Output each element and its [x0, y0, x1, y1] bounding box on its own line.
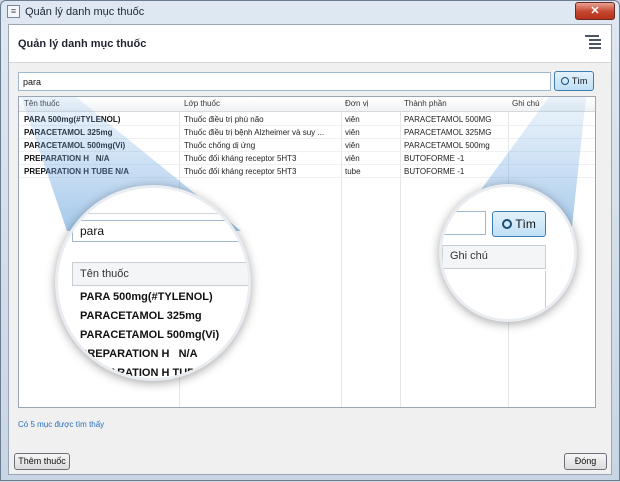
- page-title: Quản lý danh mục thuốc: [18, 38, 147, 50]
- cell-name: PARA 500mg(#TYLENOL): [24, 115, 121, 124]
- zoom-row: PARACETAMOL 325mg: [80, 310, 202, 322]
- zoom-search-button-label: Tìm: [515, 217, 536, 231]
- cell-unit: tube: [345, 167, 361, 176]
- cell-unit: viên: [345, 154, 360, 163]
- app-window: ≡ Quản lý danh mục thuốc ✕ Quản lý danh …: [0, 0, 620, 481]
- header-band: Quản lý danh mục thuốc: [9, 25, 611, 63]
- zoom-row: PREPARATION H N/A: [80, 348, 198, 360]
- add-drug-button[interactable]: Thêm thuốc: [14, 453, 70, 470]
- result-count-text: Có 5 mục được tìm thấy: [18, 420, 105, 429]
- table-row[interactable]: PREPARATION H TUBE N/A Thuốc đối kháng r…: [19, 165, 595, 178]
- cell-ingredient: PARACETAMOL 500mg: [404, 141, 490, 150]
- window-title: Quản lý danh mục thuốc: [25, 6, 145, 18]
- zoom-search-value: para: [80, 224, 105, 238]
- table-row[interactable]: PARACETAMOL 500mg(Vi) Thuốc chống dị ứng…: [19, 139, 595, 152]
- zoom-row: PARACETAMOL 500mg(Vi): [80, 329, 220, 341]
- cell-class: Thuốc điều trị phù não: [184, 115, 264, 124]
- cell-ingredient: BUTOFORME -1: [404, 154, 465, 163]
- zoom-row: PREPARATION H TUBE N/A: [80, 367, 225, 379]
- window-close-button[interactable]: ✕: [575, 2, 615, 20]
- column-header-ingredient[interactable]: Thành phần: [404, 99, 447, 108]
- cell-name: PARACETAMOL 325mg: [24, 128, 113, 137]
- table-row[interactable]: PARA 500mg(#TYLENOL) Thuốc điều trị phù …: [19, 113, 595, 126]
- cell-name: PREPARATION H N/A: [24, 154, 110, 163]
- table-header: Tên thuốc Lớp thuốc Đơn vị Thành phần Gh…: [19, 97, 595, 112]
- cell-name: PARACETAMOL 500mg(Vi): [24, 141, 126, 150]
- title-bar: ≡ Quản lý danh mục thuốc ✕: [1, 1, 619, 23]
- close-button[interactable]: Đóng: [564, 453, 607, 470]
- column-header-name[interactable]: Tên thuốc: [24, 99, 60, 108]
- table-row[interactable]: PREPARATION H N/A Thuốc đối kháng recept…: [19, 152, 595, 165]
- cell-ingredient: PARACETAMOL 325MG: [404, 128, 492, 137]
- zoom-column-header: Tên thuốc: [80, 268, 129, 280]
- zoom-bubble-left: para Tên thuốc PARA 500mg(#TYLENOL) PARA…: [55, 185, 251, 381]
- zoom-bubble-right: Tìm Ghi chú: [439, 184, 577, 322]
- app-list-icon: ≡: [7, 5, 20, 18]
- zoom-note-header: Ghi chú: [450, 250, 488, 262]
- cell-unit: viên: [345, 128, 360, 137]
- table-row[interactable]: PARACETAMOL 325mg Thuốc điều trị bệnh Al…: [19, 126, 595, 139]
- column-header-note[interactable]: Ghi chú: [512, 99, 540, 108]
- cell-class: Thuốc đối kháng receptor 5HT3: [184, 154, 297, 163]
- cell-unit: viên: [345, 141, 360, 150]
- column-header-unit[interactable]: Đơn vị: [345, 99, 368, 108]
- magnifier-icon: [502, 219, 513, 229]
- cell-class: Thuốc đối kháng receptor 5HT3: [184, 167, 297, 176]
- search-input[interactable]: [18, 72, 551, 91]
- cell-class: Thuốc điều trị bệnh Alzheimer và suy ...: [184, 128, 325, 137]
- cell-ingredient: PARACETAMOL 500MG: [404, 115, 492, 124]
- search-button[interactable]: Tìm: [554, 71, 594, 91]
- menu-lines-icon[interactable]: [585, 33, 603, 51]
- zoom-search-button: Tìm: [492, 211, 546, 237]
- cell-name: PREPARATION H TUBE N/A: [24, 167, 130, 176]
- cell-unit: viên: [345, 115, 360, 124]
- column-header-class[interactable]: Lớp thuốc: [184, 99, 220, 108]
- cell-ingredient: BUTOFORME -1: [404, 167, 465, 176]
- cell-class: Thuốc chống dị ứng: [184, 141, 256, 150]
- magnifier-icon: [560, 77, 569, 85]
- zoom-row: PARA 500mg(#TYLENOL): [80, 291, 213, 303]
- search-button-label: Tìm: [571, 76, 588, 86]
